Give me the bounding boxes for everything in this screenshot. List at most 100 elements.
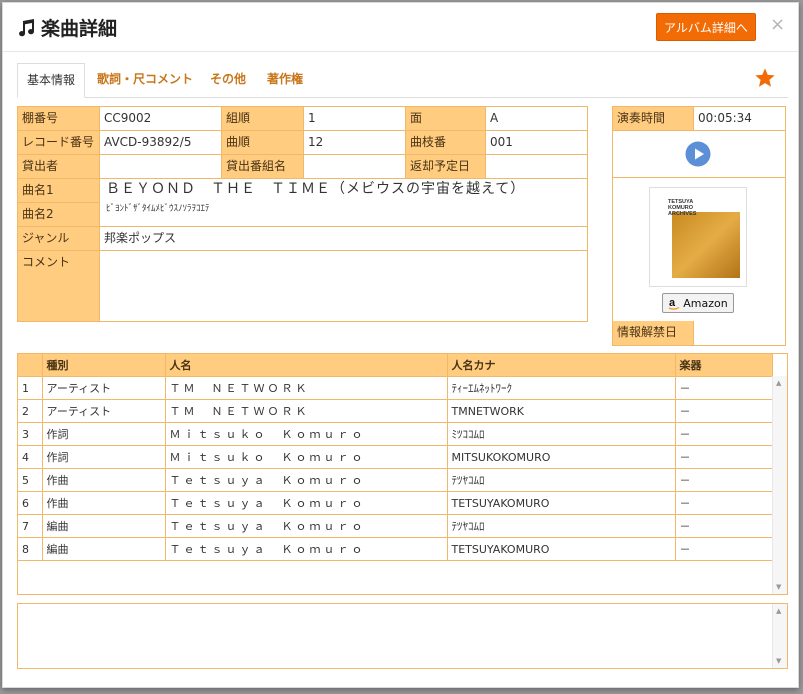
cell-row-instrument: － — [675, 376, 773, 400]
label-return-date: 返却予定日 — [406, 155, 486, 179]
value-genre: 邦楽ポップス — [100, 227, 587, 251]
cell-row-instrument: － — [675, 445, 773, 469]
table-row[interactable]: 3 作詞 Ｍｉｔｓｕｋｏ Ｋｏｍｕｒｏ ﾐﾂｺｺﾑﾛ－ — [18, 422, 773, 446]
table-row[interactable]: 8 編曲 Ｔｅｔｓｕｙａ Ｋｏｍｕｒｏ TETSUYAKOMURO － — [18, 537, 773, 561]
cell-row-instrument: － — [675, 491, 773, 515]
col-header-name[interactable]: 人名 — [165, 354, 448, 377]
cell-row-kana: TETSUYAKOMURO — [447, 537, 676, 561]
label-side: 面 — [406, 107, 486, 131]
table-row[interactable]: 4 作詞 Ｍｉｔｓｕｋｏ Ｋｏｍｕｒｏ MITSUKOKOMURO － — [18, 445, 773, 469]
table-row[interactable]: 5 作曲 Ｔｅｔｓｕｙａ Ｋｏｍｕｒｏ ﾃﾂﾔｺﾑﾛ－ — [18, 468, 773, 492]
cell-row-kana: ﾃｨｰｴﾑﾈｯﾄﾜｰｸ — [447, 376, 676, 400]
tab-lyrics-comment[interactable]: 歌詞・尺コメント — [97, 63, 193, 96]
dialog-header: 楽曲詳細 アルバム詳細へ × — [3, 3, 798, 52]
album-detail-button[interactable]: アルバム詳細へ — [656, 13, 756, 41]
label-shelf-no: 棚番号 — [18, 107, 100, 131]
amazon-logo-icon: a — [668, 297, 680, 310]
cell-row-no: 6 — [18, 491, 43, 515]
cell-row-name: ＴＭ ＮＥＴＷＯＲＫ — [165, 399, 448, 423]
value-loan-program — [304, 155, 406, 179]
credits-scrollbar[interactable]: ▲ ▼ — [772, 376, 787, 594]
cell-row-instrument: － — [675, 514, 773, 538]
table-row[interactable]: 1 アーティスト ＴＭ ＮＥＴＷＯＲＫ ﾃｨｰｴﾑﾈｯﾄﾜｰｸ－ — [18, 376, 773, 400]
dialog-title: 楽曲詳細 — [17, 14, 117, 41]
svg-text:a: a — [669, 297, 676, 309]
dialog-title-text: 楽曲詳細 — [41, 18, 118, 40]
label-title1: 曲名1 — [18, 179, 100, 203]
cell-row-name: Ｔｅｔｓｕｙａ Ｋｏｍｕｒｏ — [165, 468, 448, 492]
cell-row-type: アーティスト — [42, 399, 166, 423]
cell-row-name: Ｔｅｔｓｕｙａ Ｋｏｍｕｒｏ — [165, 537, 448, 561]
tab-copyright[interactable]: 著作権 — [267, 63, 303, 96]
cell-row-instrument: － — [675, 537, 773, 561]
cell-row-kana: ﾃﾂﾔｺﾑﾛ — [447, 468, 676, 492]
col-header-type[interactable]: 種別 — [42, 354, 166, 377]
value-return-date — [486, 155, 587, 179]
credits-table: 種別 人名 人名カナ 楽器 1 アーティスト ＴＭ ＮＥＴＷＯＲＫ ﾃｨｰｴﾑﾈｯﾄﾜ… — [18, 354, 773, 561]
cell-row-type: 編曲 — [42, 537, 166, 561]
table-row[interactable]: 6 作曲 Ｔｅｔｓｕｙａ Ｋｏｍｕｒｏ TETSUYAKOMURO － — [18, 491, 773, 515]
cell-row-no: 7 — [18, 514, 43, 538]
cell-row-no: 2 — [18, 399, 43, 423]
tab-bar: 基本情報 歌詞・尺コメント その他 著作権 — [17, 63, 788, 98]
label-loan-program: 貸出番組名 — [222, 155, 304, 179]
scroll-up-icon[interactable]: ▲ — [776, 379, 781, 387]
cell-row-kana: TMNETWORK — [447, 399, 676, 423]
music-note-icon — [19, 18, 35, 36]
cell-row-name: ＴＭ ＮＥＴＷＯＲＫ — [165, 376, 448, 400]
table-row[interactable]: 7 編曲 Ｔｅｔｓｕｙａ Ｋｏｍｕｒｏ ﾃﾂﾔｺﾑﾛ－ — [18, 514, 773, 538]
cell-row-type: アーティスト — [42, 376, 166, 400]
value-set-order: 1 — [304, 107, 406, 131]
value-comment — [100, 251, 587, 321]
credits-grid: 種別 人名 人名カナ 楽器 1 アーティスト ＴＭ ＮＥＴＷＯＲＫ ﾃｨｰｴﾑﾈｯﾄﾜ… — [17, 353, 788, 595]
close-icon[interactable]: × — [770, 14, 785, 35]
tab-other[interactable]: その他 — [210, 63, 246, 96]
label-track: 曲順 — [222, 131, 304, 155]
memo-scroll-up-icon[interactable]: ▲ — [776, 607, 781, 615]
label-duration: 演奏時間 — [613, 107, 694, 131]
media-panel: 演奏時間 00:05:34 TETSUYA KOMURO ARCHIVES a … — [612, 106, 786, 346]
album-art: TETSUYA KOMURO ARCHIVES — [650, 188, 746, 286]
memo-area[interactable]: ▲ ▼ — [17, 603, 788, 669]
song-detail-dialog: 楽曲詳細 アルバム詳細へ × 基本情報 歌詞・尺コメント その他 著作権 棚番号… — [2, 2, 799, 688]
value-shelf-no: CC9002 — [100, 107, 222, 131]
cell-row-name: Ｍｉｔｓｕｋｏ Ｋｏｍｕｒｏ — [165, 445, 448, 469]
memo-scroll-down-icon[interactable]: ▼ — [776, 657, 781, 665]
value-branch: 001 — [486, 131, 587, 155]
label-set-order: 組順 — [222, 107, 304, 131]
col-header-kana[interactable]: 人名カナ — [447, 354, 676, 377]
cell-row-kana: MITSUKOKOMURO — [447, 445, 676, 469]
label-release-date: 情報解禁日 — [613, 321, 694, 345]
cell-row-type: 編曲 — [42, 514, 166, 538]
cell-row-type: 作曲 — [42, 468, 166, 492]
favorite-star-icon[interactable] — [754, 67, 776, 89]
table-row[interactable]: 2 アーティスト ＴＭ ＮＥＴＷＯＲＫ TMNETWORK － — [18, 399, 773, 423]
cell-row-kana: TETSUYAKOMURO — [447, 491, 676, 515]
cell-row-type: 作詞 — [42, 422, 166, 446]
amazon-button[interactable]: a Amazon — [662, 293, 734, 313]
memo-scrollbar[interactable]: ▲ ▼ — [772, 604, 787, 668]
cell-row-instrument: － — [675, 399, 773, 423]
value-borrower — [100, 155, 222, 179]
cell-row-type: 作曲 — [42, 491, 166, 515]
amazon-label: Amazon — [683, 296, 728, 310]
cell-row-kana: ﾐﾂｺｺﾑﾛ — [447, 422, 676, 446]
play-icon[interactable] — [685, 141, 711, 167]
cell-row-type: 作詞 — [42, 445, 166, 469]
cell-row-name: Ｍｉｔｓｕｋｏ Ｋｏｍｕｒｏ — [165, 422, 448, 446]
label-comment: コメント — [18, 251, 100, 321]
tab-basic-info[interactable]: 基本情報 — [17, 63, 86, 98]
label-borrower: 貸出者 — [18, 155, 100, 179]
value-track: 12 — [304, 131, 406, 155]
album-jacket-image[interactable]: TETSUYA KOMURO ARCHIVES — [649, 187, 747, 287]
cell-row-no: 5 — [18, 468, 43, 492]
col-header-instrument[interactable]: 楽器 — [675, 354, 773, 377]
cell-row-no: 4 — [18, 445, 43, 469]
credits-header-row: 種別 人名 人名カナ 楽器 — [18, 354, 773, 377]
value-side: A — [486, 107, 587, 131]
value-release-date — [694, 321, 785, 345]
scroll-down-icon[interactable]: ▼ — [776, 583, 781, 591]
jacket-text-3: ARCHIVES — [668, 211, 697, 217]
label-title2: 曲名2 — [18, 203, 100, 227]
cell-row-no: 3 — [18, 422, 43, 446]
